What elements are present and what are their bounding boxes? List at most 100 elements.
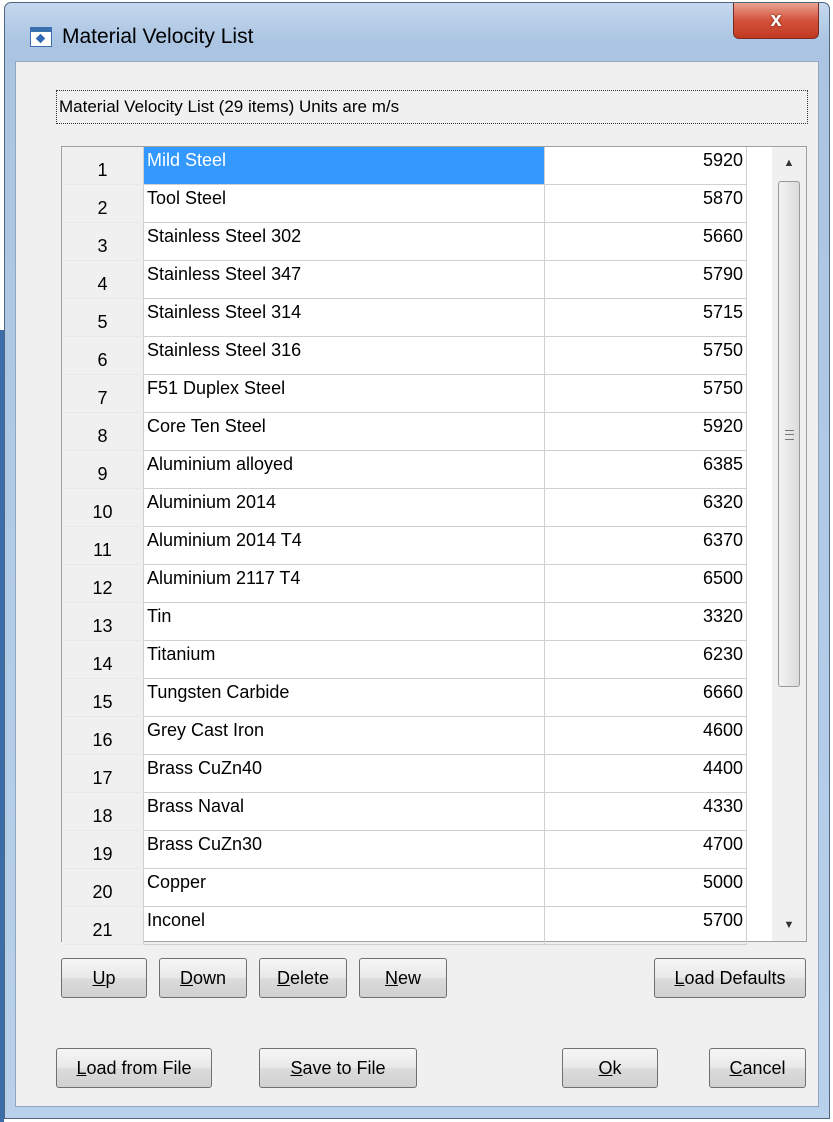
velocity-cell[interactable]: 5920 <box>545 147 747 185</box>
row-number-cell[interactable]: 14 <box>62 641 144 679</box>
row-number-cell[interactable]: 17 <box>62 755 144 793</box>
table-row[interactable]: 12 Aluminium 2117 T4 6500 <box>62 565 773 603</box>
row-number-cell[interactable]: 9 <box>62 451 144 489</box>
row-number-cell[interactable]: 20 <box>62 869 144 907</box>
up-button[interactable]: Up <box>61 958 147 998</box>
material-name-cell[interactable]: Aluminium 2117 T4 <box>144 565 545 603</box>
load-defaults-button[interactable]: Load Defaults <box>654 958 806 998</box>
material-name-cell[interactable]: Inconel <box>144 907 545 945</box>
down-button[interactable]: Down <box>159 958 247 998</box>
row-number-cell[interactable]: 5 <box>62 299 144 337</box>
velocity-cell[interactable]: 5715 <box>545 299 747 337</box>
material-name-cell[interactable]: Aluminium 2014 <box>144 489 545 527</box>
material-name-cell[interactable]: Brass Naval <box>144 793 545 831</box>
material-name-cell[interactable]: Stainless Steel 314 <box>144 299 545 337</box>
material-name-cell[interactable]: F51 Duplex Steel <box>144 375 545 413</box>
velocity-cell[interactable]: 4400 <box>545 755 747 793</box>
velocity-cell[interactable]: 5000 <box>545 869 747 907</box>
velocity-cell[interactable]: 5750 <box>545 375 747 413</box>
material-name-cell[interactable]: Aluminium alloyed <box>144 451 545 489</box>
row-number-cell[interactable]: 10 <box>62 489 144 527</box>
table-row[interactable]: 10 Aluminium 2014 6320 <box>62 489 773 527</box>
table-row[interactable]: 16 Grey Cast Iron 4600 <box>62 717 773 755</box>
load-from-file-button[interactable]: Load from File <box>56 1048 212 1088</box>
ok-button[interactable]: Ok <box>562 1048 658 1088</box>
material-name-cell[interactable]: Tin <box>144 603 545 641</box>
table-row[interactable]: 11 Aluminium 2014 T4 6370 <box>62 527 773 565</box>
table-row[interactable]: 6 Stainless Steel 316 5750 <box>62 337 773 375</box>
close-button[interactable]: x <box>733 3 819 39</box>
velocity-cell[interactable]: 6230 <box>545 641 747 679</box>
row-number-cell[interactable]: 2 <box>62 185 144 223</box>
table-row[interactable]: 21 Inconel 5700 <box>62 907 773 945</box>
material-name-cell[interactable]: Brass CuZn40 <box>144 755 545 793</box>
row-number-cell[interactable]: 1 <box>62 147 144 185</box>
table-row[interactable]: 20 Copper 5000 <box>62 869 773 907</box>
arrow-up-icon[interactable]: ▲ <box>772 147 806 179</box>
title-bar[interactable]: Material Velocity List x <box>5 3 829 61</box>
scroll-thumb[interactable] <box>778 181 800 687</box>
material-name-cell[interactable]: Stainless Steel 347 <box>144 261 545 299</box>
table-row[interactable]: 15 Tungsten Carbide 6660 <box>62 679 773 717</box>
vertical-scrollbar[interactable]: ▲ ▼ <box>772 147 806 941</box>
velocity-cell[interactable]: 5920 <box>545 413 747 451</box>
material-name-cell[interactable]: Copper <box>144 869 545 907</box>
row-number-cell[interactable]: 6 <box>62 337 144 375</box>
material-velocity-grid[interactable]: 1 Mild Steel 5920 2 Tool Steel 5870 3 Stainless… <box>61 146 807 945</box>
table-row[interactable]: 4 Stainless Steel 347 5790 <box>62 261 773 299</box>
delete-button[interactable]: Delete <box>259 958 347 998</box>
velocity-cell[interactable]: 4600 <box>545 717 747 755</box>
row-number-cell[interactable]: 15 <box>62 679 144 717</box>
velocity-cell[interactable]: 5750 <box>545 337 747 375</box>
table-row[interactable]: 3 Stainless Steel 302 5660 <box>62 223 773 261</box>
velocity-cell[interactable]: 6320 <box>545 489 747 527</box>
table-row[interactable]: 2 Tool Steel 5870 <box>62 185 773 223</box>
table-row[interactable]: 14 Titanium 6230 <box>62 641 773 679</box>
table-row[interactable]: 8 Core Ten Steel 5920 <box>62 413 773 451</box>
row-number-cell[interactable]: 4 <box>62 261 144 299</box>
table-row[interactable]: 18 Brass Naval 4330 <box>62 793 773 831</box>
material-name-cell[interactable]: Titanium <box>144 641 545 679</box>
velocity-cell[interactable]: 5700 <box>545 907 747 945</box>
velocity-cell[interactable]: 4700 <box>545 831 747 869</box>
velocity-cell[interactable]: 6660 <box>545 679 747 717</box>
material-name-cell[interactable]: Stainless Steel 302 <box>144 223 545 261</box>
material-name-cell[interactable]: Mild Steel <box>144 147 545 185</box>
material-name-cell[interactable]: Tungsten Carbide <box>144 679 545 717</box>
row-number-cell[interactable]: 21 <box>62 907 144 945</box>
table-row[interactable]: 7 F51 Duplex Steel 5750 <box>62 375 773 413</box>
row-number-cell[interactable]: 19 <box>62 831 144 869</box>
row-number-cell[interactable]: 11 <box>62 527 144 565</box>
velocity-cell[interactable]: 5790 <box>545 261 747 299</box>
velocity-cell[interactable]: 3320 <box>545 603 747 641</box>
row-number-cell[interactable]: 8 <box>62 413 144 451</box>
row-number-cell[interactable]: 16 <box>62 717 144 755</box>
table-row[interactable]: 5 Stainless Steel 314 5715 <box>62 299 773 337</box>
material-name-cell[interactable]: Aluminium 2014 T4 <box>144 527 545 565</box>
velocity-cell[interactable]: 5660 <box>545 223 747 261</box>
row-number-cell[interactable]: 7 <box>62 375 144 413</box>
material-name-cell[interactable]: Core Ten Steel <box>144 413 545 451</box>
table-row[interactable]: 19 Brass CuZn30 4700 <box>62 831 773 869</box>
arrow-down-icon[interactable]: ▼ <box>772 909 806 941</box>
material-name-cell[interactable]: Stainless Steel 316 <box>144 337 545 375</box>
velocity-cell[interactable]: 4330 <box>545 793 747 831</box>
material-name-cell[interactable]: Grey Cast Iron <box>144 717 545 755</box>
row-number-cell[interactable]: 12 <box>62 565 144 603</box>
row-number-cell[interactable]: 3 <box>62 223 144 261</box>
material-name-cell[interactable]: Tool Steel <box>144 185 545 223</box>
save-to-file-button[interactable]: Save to File <box>259 1048 417 1088</box>
material-name-cell[interactable]: Brass CuZn30 <box>144 831 545 869</box>
row-number-cell[interactable]: 13 <box>62 603 144 641</box>
table-row[interactable]: 13 Tin 3320 <box>62 603 773 641</box>
velocity-cell[interactable]: 6385 <box>545 451 747 489</box>
table-row[interactable]: 9 Aluminium alloyed 6385 <box>62 451 773 489</box>
velocity-cell[interactable]: 5870 <box>545 185 747 223</box>
new-button[interactable]: New <box>359 958 447 998</box>
table-row[interactable]: 1 Mild Steel 5920 <box>62 147 773 185</box>
cancel-button[interactable]: Cancel <box>709 1048 806 1088</box>
row-number-cell[interactable]: 18 <box>62 793 144 831</box>
velocity-cell[interactable]: 6370 <box>545 527 747 565</box>
table-row[interactable]: 17 Brass CuZn40 4400 <box>62 755 773 793</box>
velocity-cell[interactable]: 6500 <box>545 565 747 603</box>
